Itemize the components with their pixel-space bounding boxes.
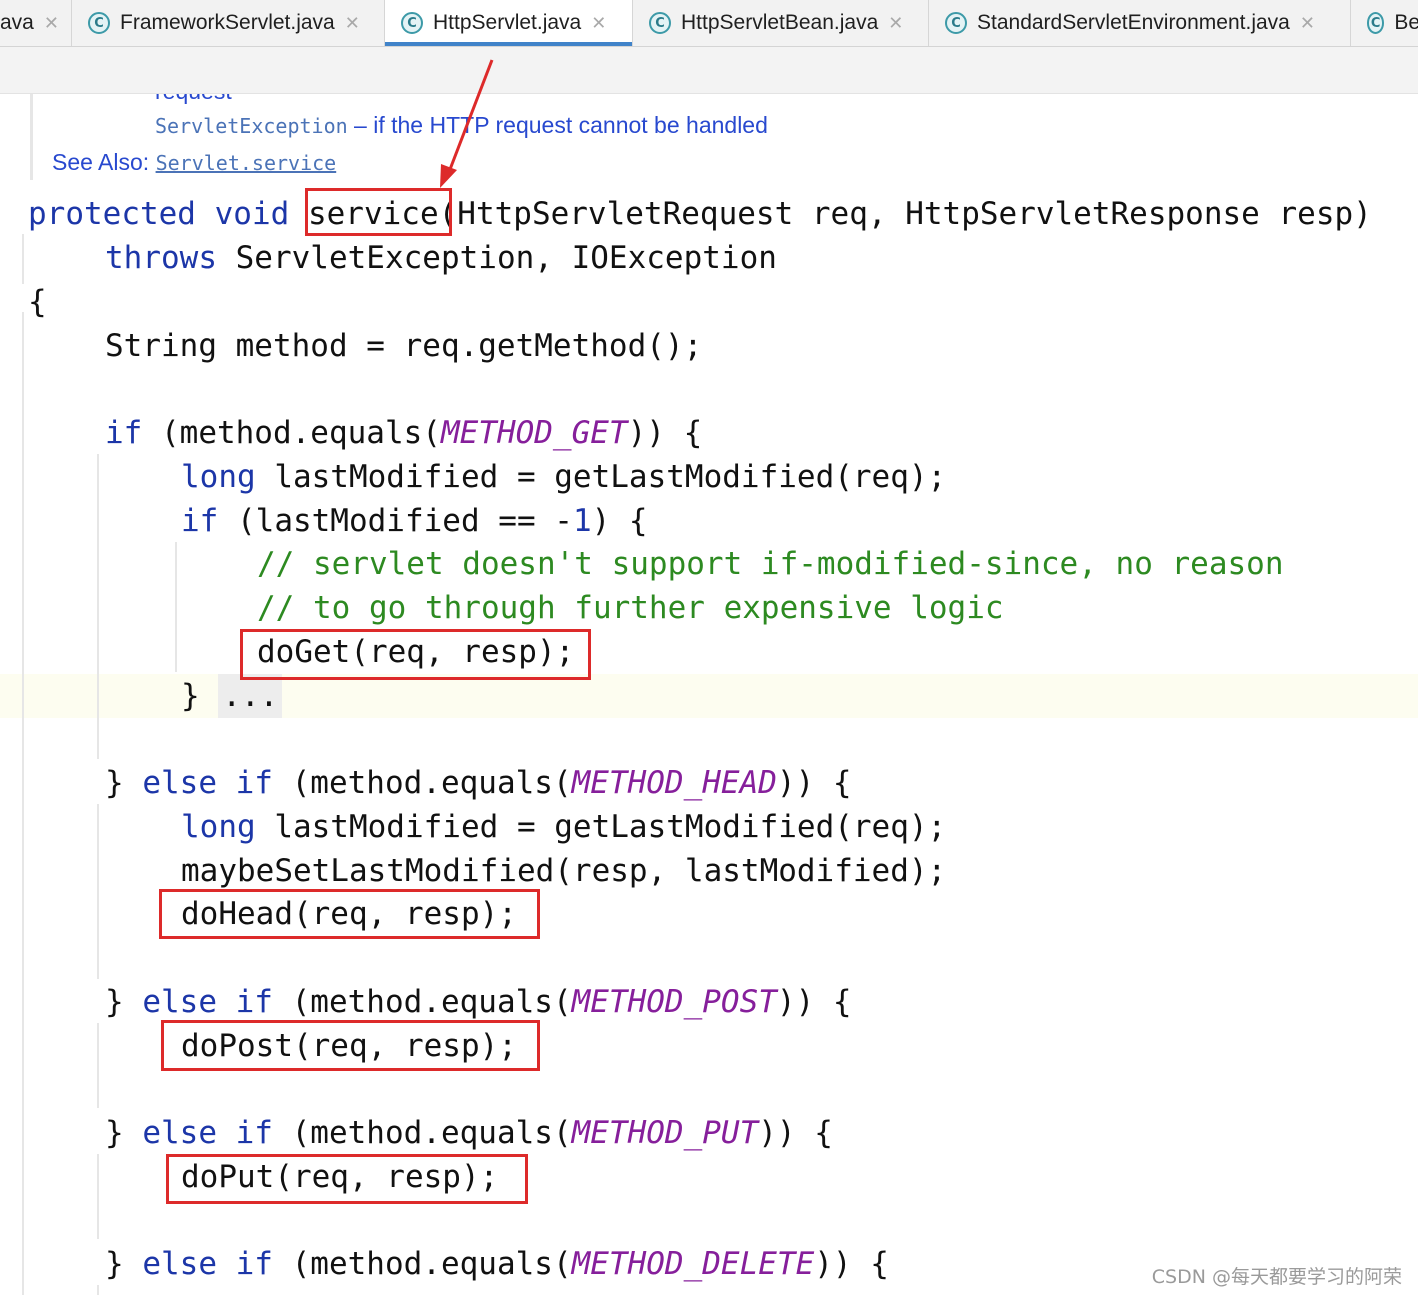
watermark: CSDN @每天都要学习的阿荣	[1151, 1266, 1402, 1288]
arrow-shaft	[447, 59, 494, 173]
annotation-arrow	[440, 59, 494, 188]
arrow-head	[440, 164, 457, 188]
